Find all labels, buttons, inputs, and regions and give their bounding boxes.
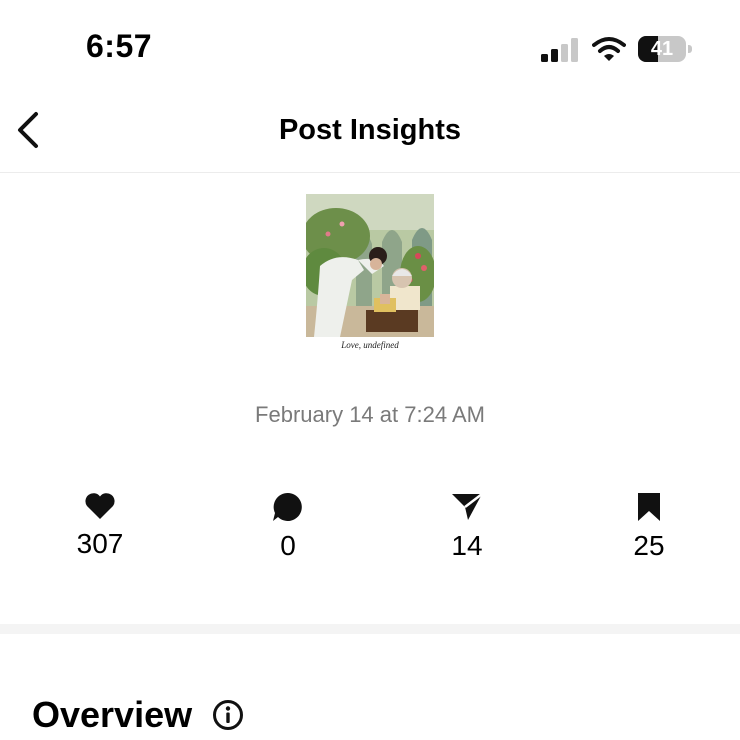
battery-percentage: 41 — [650, 38, 674, 60]
post-thumbnail[interactable]: Love, undefined — [306, 194, 434, 354]
saves-stat: 25 — [589, 492, 709, 562]
wifi-icon — [592, 37, 626, 61]
overview-heading: Overview — [32, 694, 193, 735]
bookmark-icon — [638, 493, 660, 521]
cellular-signal-icon — [541, 38, 578, 62]
status-time: 6:57 — [86, 28, 153, 64]
comments-count: 0 — [280, 530, 296, 561]
likes-count: 307 — [76, 528, 124, 559]
post-date: February 14 at 7:24 AM — [255, 402, 485, 427]
share-icon — [452, 493, 483, 520]
comments-stat: 0 — [228, 492, 348, 562]
battery-icon: 41 — [638, 36, 692, 62]
comment-icon — [273, 492, 302, 521]
post-image — [306, 194, 434, 337]
page-title: Post Insights — [278, 114, 462, 146]
status-bar: 6:57 41 — [0, 0, 740, 100]
saves-count: 25 — [633, 530, 665, 561]
heart-icon — [85, 493, 115, 519]
likes-stat: 307 — [40, 492, 160, 560]
section-divider — [0, 624, 740, 634]
info-icon[interactable] — [212, 699, 244, 731]
nav-bar: Post Insights — [0, 96, 740, 173]
shares-count: 14 — [451, 530, 483, 561]
shares-stat: 14 — [407, 492, 527, 562]
post-caption: Love, undefined — [341, 340, 399, 350]
